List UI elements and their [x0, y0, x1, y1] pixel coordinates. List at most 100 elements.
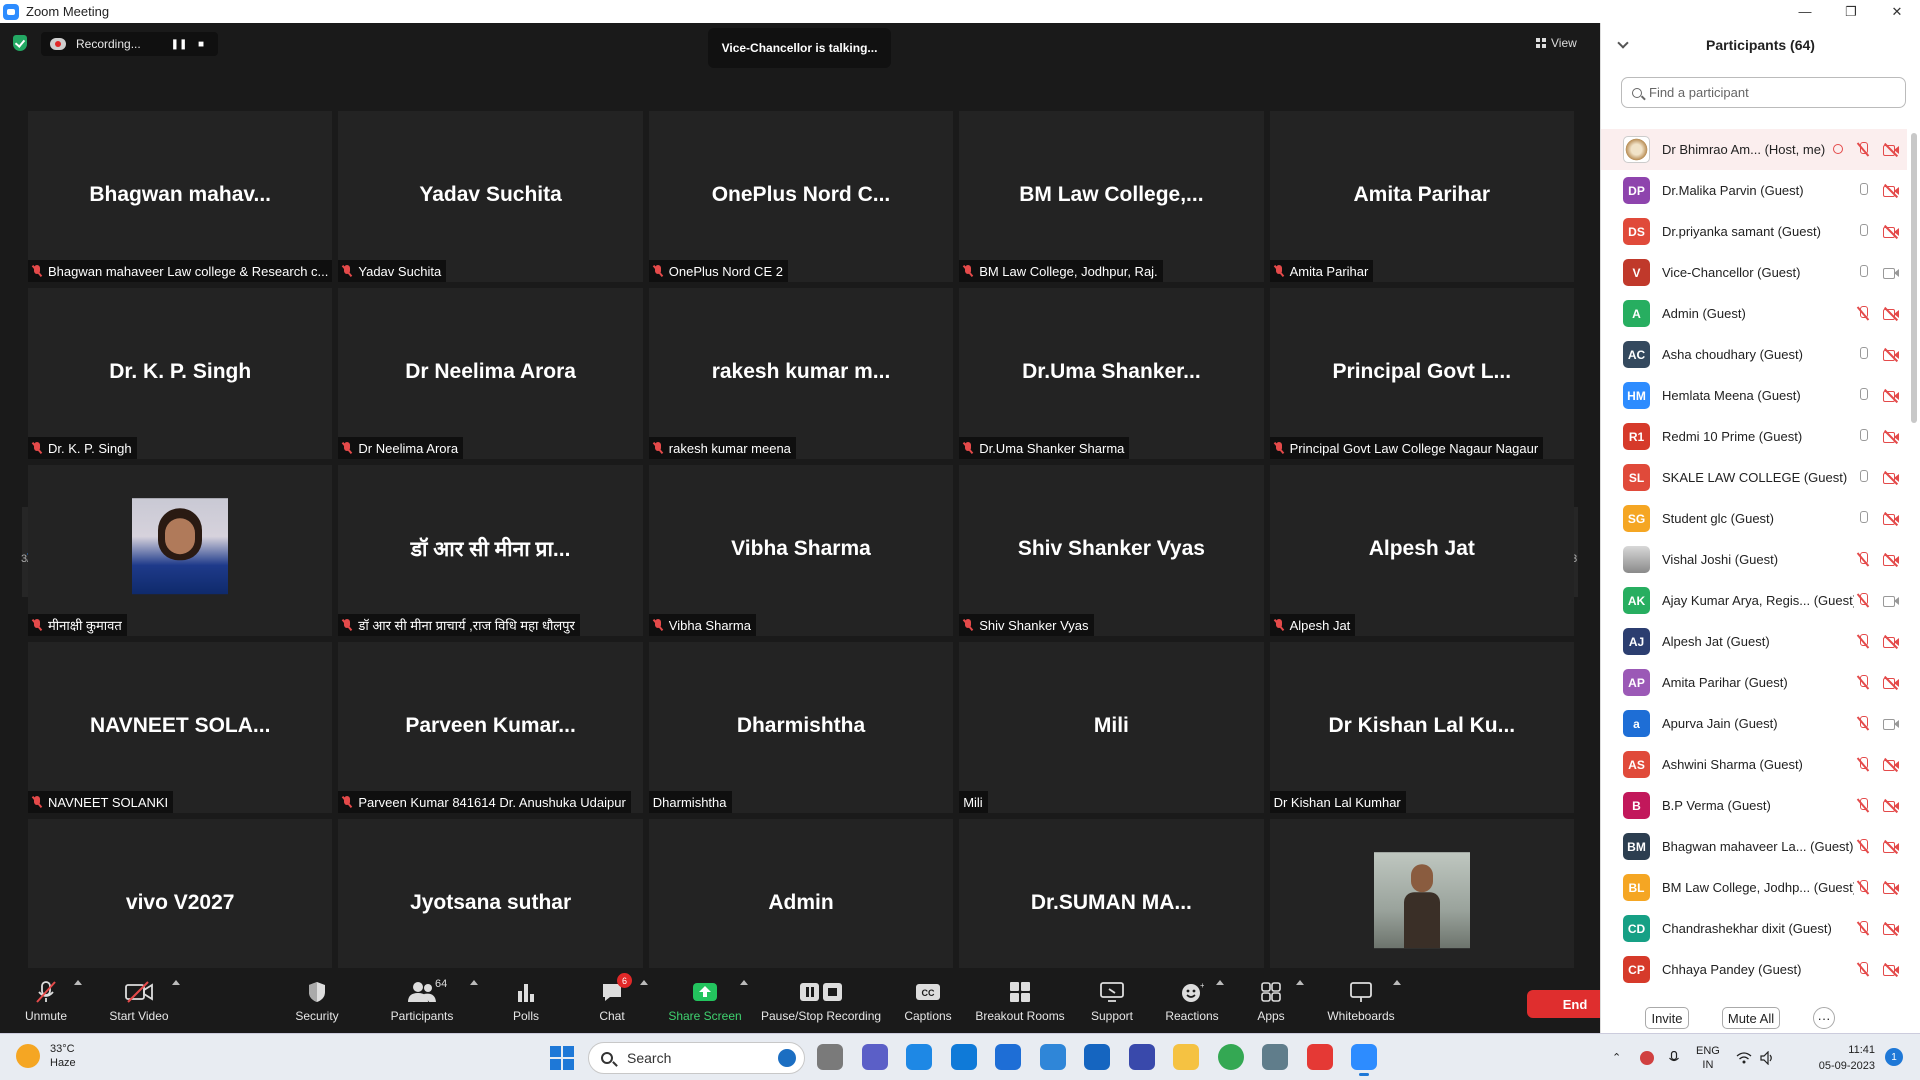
participant-row[interactable]: AP Amita Parihar (Guest) [1601, 662, 1907, 703]
mic-muted-icon[interactable] [1857, 593, 1869, 608]
mic-muted-icon[interactable] [1857, 757, 1869, 772]
tray-app-icon[interactable] [1640, 1050, 1654, 1065]
invite-button[interactable]: Invite [1645, 1007, 1689, 1029]
help-icon[interactable] [906, 1044, 932, 1070]
taskbar-clock[interactable]: 11:41 05-09-2023 [1770, 1042, 1875, 1074]
zoom-icon[interactable] [1351, 1044, 1377, 1076]
video-off-icon[interactable] [1883, 757, 1899, 773]
mic-muted-icon[interactable] [1857, 634, 1869, 649]
video-off-icon[interactable] [1883, 798, 1899, 814]
start-windows-icon[interactable] [550, 1046, 574, 1070]
mic-muted-icon[interactable] [1857, 962, 1869, 977]
video-off-icon[interactable] [1883, 880, 1899, 896]
video-icon[interactable] [1883, 594, 1899, 607]
video-tile[interactable]: Parveen Kumar... Parveen Kumar 841614 Dr.… [338, 642, 643, 813]
participant-row[interactable]: HM Hemlata Meena (Guest) [1601, 375, 1907, 416]
calculator-icon[interactable] [1262, 1044, 1288, 1070]
video-tile[interactable]: AdminAdmin [648, 819, 954, 990]
video-off-icon[interactable] [1883, 142, 1899, 158]
mute-all-button[interactable]: Mute All [1722, 1007, 1780, 1029]
video-tile[interactable]: Yadav Suchita Yadav Suchita [338, 111, 643, 282]
participant-row[interactable]: AS Ashwini Sharma (Guest) [1601, 744, 1907, 785]
video-tile[interactable]: Shiv Shanker Vyas Shiv Shanker Vyas [959, 465, 1264, 636]
stop-recording-button[interactable]: ■ [190, 33, 212, 55]
app3-icon[interactable] [1128, 1044, 1155, 1070]
video-off-icon[interactable] [1883, 675, 1899, 691]
participants-options-caret-icon[interactable] [470, 980, 478, 985]
participant-row[interactable]: a Apurva Jain (Guest) [1601, 703, 1907, 744]
video-tile[interactable]: Bhagwan mahav... Bhagwan mahaveer Law col… [28, 111, 333, 282]
participant-row[interactable]: SG Student glc (Guest) [1601, 498, 1907, 539]
taskbar-search[interactable]: Search [588, 1042, 805, 1074]
video-off-icon[interactable] [1883, 183, 1899, 199]
video-off-icon[interactable] [1883, 388, 1899, 404]
video-tile[interactable]: Dr.SUMAN MA...Connecting to audio ·˙ [959, 819, 1264, 990]
video-off-icon[interactable] [1883, 962, 1899, 978]
whiteboards-button[interactable]: Whiteboards [1326, 968, 1396, 1033]
breakout-rooms-button[interactable]: Breakout Rooms [975, 968, 1065, 1033]
video-tile[interactable]: Dharmishtha Dharmishtha [648, 642, 954, 813]
participant-row[interactable]: V Vice-Chancellor (Guest) [1601, 252, 1907, 293]
participant-row[interactable]: AJ Alpesh Jat (Guest) [1601, 621, 1907, 662]
participant-row[interactable]: Dr Bhimrao Am... (Host, me) [1601, 129, 1907, 170]
mic-icon[interactable] [1857, 429, 1869, 444]
apps-options-caret-icon[interactable] [1296, 980, 1304, 985]
video-off-icon[interactable] [1883, 224, 1899, 240]
encryption-shield-icon[interactable] [13, 35, 27, 51]
participant-row[interactable]: BM Bhagwan mahaveer La... (Guest) [1601, 826, 1907, 867]
video-tile[interactable]: BM Law College,... BM Law College, Jodhpu… [959, 111, 1264, 282]
video-off-icon[interactable] [1883, 306, 1899, 322]
mic-muted-icon[interactable] [1857, 142, 1869, 157]
video-off-icon[interactable] [1883, 470, 1899, 486]
video-tile[interactable]: डॉ आर सी मीना प्रा... डॉ आर सी मीना प्राच… [338, 465, 643, 636]
captions-button[interactable]: CC Captions [902, 968, 954, 1033]
apps-button[interactable]: Apps [1256, 968, 1286, 1033]
mic-muted-icon[interactable] [1857, 880, 1869, 895]
unmute-button[interactable]: Unmute [18, 968, 74, 1033]
share-options-caret-icon[interactable] [740, 980, 748, 985]
mic-muted-icon[interactable] [1857, 798, 1869, 813]
notification-badge[interactable]: 1 [1885, 1048, 1903, 1066]
pause-recording-button[interactable]: ❚❚ [168, 33, 190, 55]
chrome-icon[interactable] [1217, 1044, 1244, 1070]
video-tile[interactable]: Vishal Joshi [1269, 819, 1574, 990]
start-video-button[interactable]: Start Video [105, 968, 173, 1033]
video-icon[interactable] [1883, 717, 1899, 730]
video-tile[interactable]: Dr.Uma Shanker... Dr.Uma Shanker Sharma [959, 288, 1264, 459]
show-hidden-icons-chevron-icon[interactable]: ⌃ [1612, 1051, 1626, 1065]
video-off-icon[interactable] [1883, 634, 1899, 650]
participant-row[interactable]: CP Chhaya Pandey (Guest) [1601, 949, 1907, 989]
mic-icon[interactable] [1857, 511, 1869, 526]
video-tile[interactable]: NAVNEET SOLA... NAVNEET SOLANKI [28, 642, 333, 813]
audio-options-caret-icon[interactable] [74, 980, 82, 985]
mic-icon[interactable] [1857, 183, 1869, 198]
video-tile[interactable]: Vibha Sharma Vibha Sharma [648, 465, 954, 636]
video-tile[interactable]: OnePlus Nord C... OnePlus Nord CE 2 [648, 111, 954, 282]
participant-row[interactable]: CD Chandrashekhar dixit (Guest) [1601, 908, 1907, 949]
edge-icon[interactable] [950, 1044, 977, 1070]
folder-icon[interactable] [1173, 1044, 1199, 1070]
store-icon[interactable] [1039, 1044, 1066, 1070]
microphone-tray-icon[interactable] [1668, 1050, 1682, 1065]
reactions-button[interactable]: + Reactions [1164, 968, 1220, 1033]
video-tile[interactable]: Dr Neelima Arora Dr Neelima Arora [338, 288, 643, 459]
youtube-icon[interactable] [1306, 1044, 1333, 1070]
participant-search[interactable] [1621, 77, 1906, 108]
mic-muted-icon[interactable] [1857, 552, 1869, 567]
mic-icon[interactable] [1857, 388, 1869, 403]
video-options-caret-icon[interactable] [172, 980, 180, 985]
share-screen-button[interactable]: Share Screen [668, 968, 742, 1033]
video-tile[interactable]: vivo V2027vivo V2027 [28, 819, 333, 990]
maximize-button[interactable]: ❐ [1828, 0, 1874, 23]
pause-stop-recording-button[interactable]: Pause/Stop Recording [761, 968, 881, 1033]
input-language-indicator[interactable]: ENG IN [1696, 1044, 1720, 1072]
participant-row[interactable]: SL SKALE LAW COLLEGE (Guest) [1601, 457, 1907, 498]
mic-icon[interactable] [1857, 470, 1869, 485]
participant-row[interactable]: B B.P Verma (Guest) [1601, 785, 1907, 826]
minimize-button[interactable]: — [1782, 0, 1828, 23]
participant-list[interactable]: Dr Bhimrao Am... (Host, me) DP Dr.Malika P… [1601, 129, 1907, 989]
video-tile[interactable]: Dr Kishan Lal Ku... Dr Kishan Lal Kumhar [1269, 642, 1574, 813]
video-tile[interactable]: Alpesh Jat Alpesh Jat [1269, 465, 1574, 636]
mic-muted-icon[interactable] [1857, 716, 1869, 731]
mic-icon[interactable] [1857, 265, 1869, 280]
